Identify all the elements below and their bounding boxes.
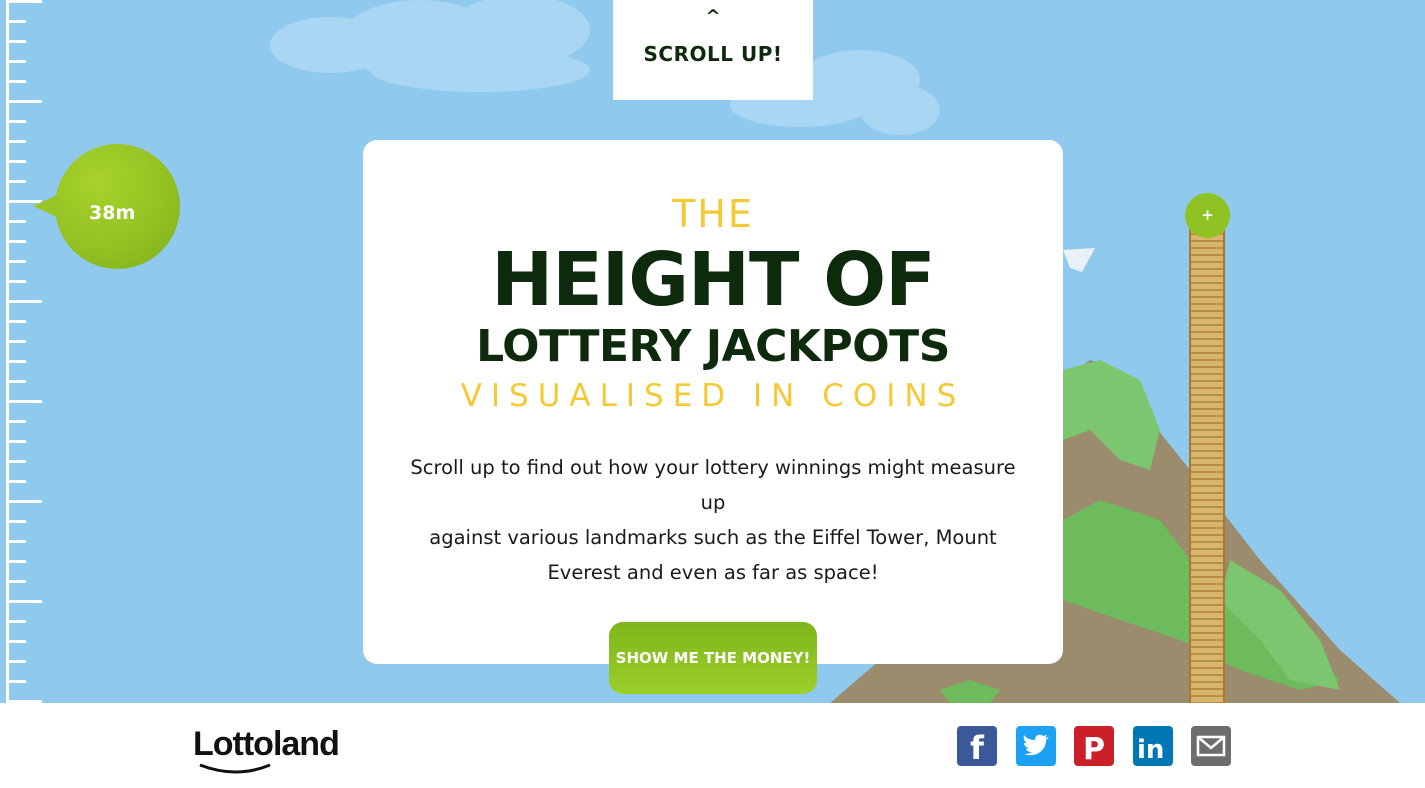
chevron-up-icon: ^ <box>705 6 721 27</box>
pinterest-icon[interactable]: P <box>1074 726 1114 766</box>
scroll-up-label: SCROLL UP! <box>643 42 783 66</box>
intro-line: Scroll up to find out how your lottery w… <box>410 456 1016 514</box>
hero-card: THE HEIGHT OF LOTTERY JACKPOTS VISUALISE… <box>363 140 1063 664</box>
ruler-rail <box>6 0 9 703</box>
height-value: 38m <box>89 202 136 224</box>
ruler-tick <box>8 380 26 383</box>
facebook-icon[interactable]: f <box>957 726 997 766</box>
height-indicator-bubble: 38m <box>33 144 180 269</box>
title-visualised-in-coins: VISUALISED IN COINS <box>460 378 966 414</box>
ruler-tick <box>8 440 26 443</box>
logo-swoosh-icon <box>199 763 271 774</box>
ruler-tick <box>8 600 42 603</box>
title-lottery-jackpots: LOTTERY JACKPOTS <box>476 321 950 372</box>
ruler-tick <box>8 220 26 223</box>
intro-paragraph: Scroll up to find out how your lottery w… <box>408 450 1018 590</box>
ruler-tick <box>8 60 26 63</box>
ruler-tick <box>8 460 26 463</box>
ruler-tick <box>8 580 26 583</box>
ruler-tick <box>8 480 26 483</box>
lottoland-logo[interactable]: Lottoland <box>193 725 340 764</box>
svg-text:in: in <box>1137 735 1164 765</box>
ruler-tick <box>8 140 26 143</box>
ruler-tick <box>8 560 26 563</box>
email-icon[interactable] <box>1191 726 1231 766</box>
ruler-tick <box>8 160 26 163</box>
height-ruler <box>0 0 50 703</box>
intro-line: Everest and even as far as space! <box>547 561 879 584</box>
ruler-tick <box>8 280 26 283</box>
svg-text:P: P <box>1083 732 1105 766</box>
ruler-tick <box>8 660 26 663</box>
ruler-tick <box>8 680 26 683</box>
coin-stack <box>1189 228 1225 703</box>
title-height-of: HEIGHT OF <box>491 237 935 323</box>
ruler-tick <box>8 420 26 423</box>
ruler-tick <box>8 100 42 103</box>
ruler-tick <box>8 400 42 403</box>
ruler-tick <box>8 180 26 183</box>
ruler-tick <box>8 520 26 523</box>
ruler-tick <box>8 40 26 43</box>
ruler-tick <box>8 240 26 243</box>
ruler-tick <box>8 340 26 343</box>
ruler-tick <box>8 540 26 543</box>
ruler-tick <box>8 640 26 643</box>
ruler-tick <box>8 620 26 623</box>
cloud-left <box>270 0 590 92</box>
ruler-tick <box>8 360 26 363</box>
ruler-tick <box>8 260 26 263</box>
ruler-tick <box>8 80 26 83</box>
svg-text:f: f <box>970 729 985 766</box>
linkedin-icon[interactable]: in <box>1133 726 1173 766</box>
ruler-tick <box>8 320 26 323</box>
ruler-tick <box>8 0 42 3</box>
ruler-tick <box>8 20 26 23</box>
coin-stack-expand-button[interactable]: + <box>1185 193 1230 238</box>
ruler-tick <box>8 120 26 123</box>
show-me-the-money-button[interactable]: SHOW ME THE MONEY! <box>609 622 817 694</box>
ruler-tick <box>8 300 42 303</box>
scroll-up-button[interactable]: ^ SCROLL UP! <box>613 0 813 100</box>
title-the: THE <box>672 192 754 236</box>
footer: Lottoland f P in <box>0 703 1425 788</box>
twitter-icon[interactable] <box>1016 726 1056 766</box>
intro-line: against various landmarks such as the Ei… <box>429 526 997 549</box>
ruler-tick <box>8 500 42 503</box>
